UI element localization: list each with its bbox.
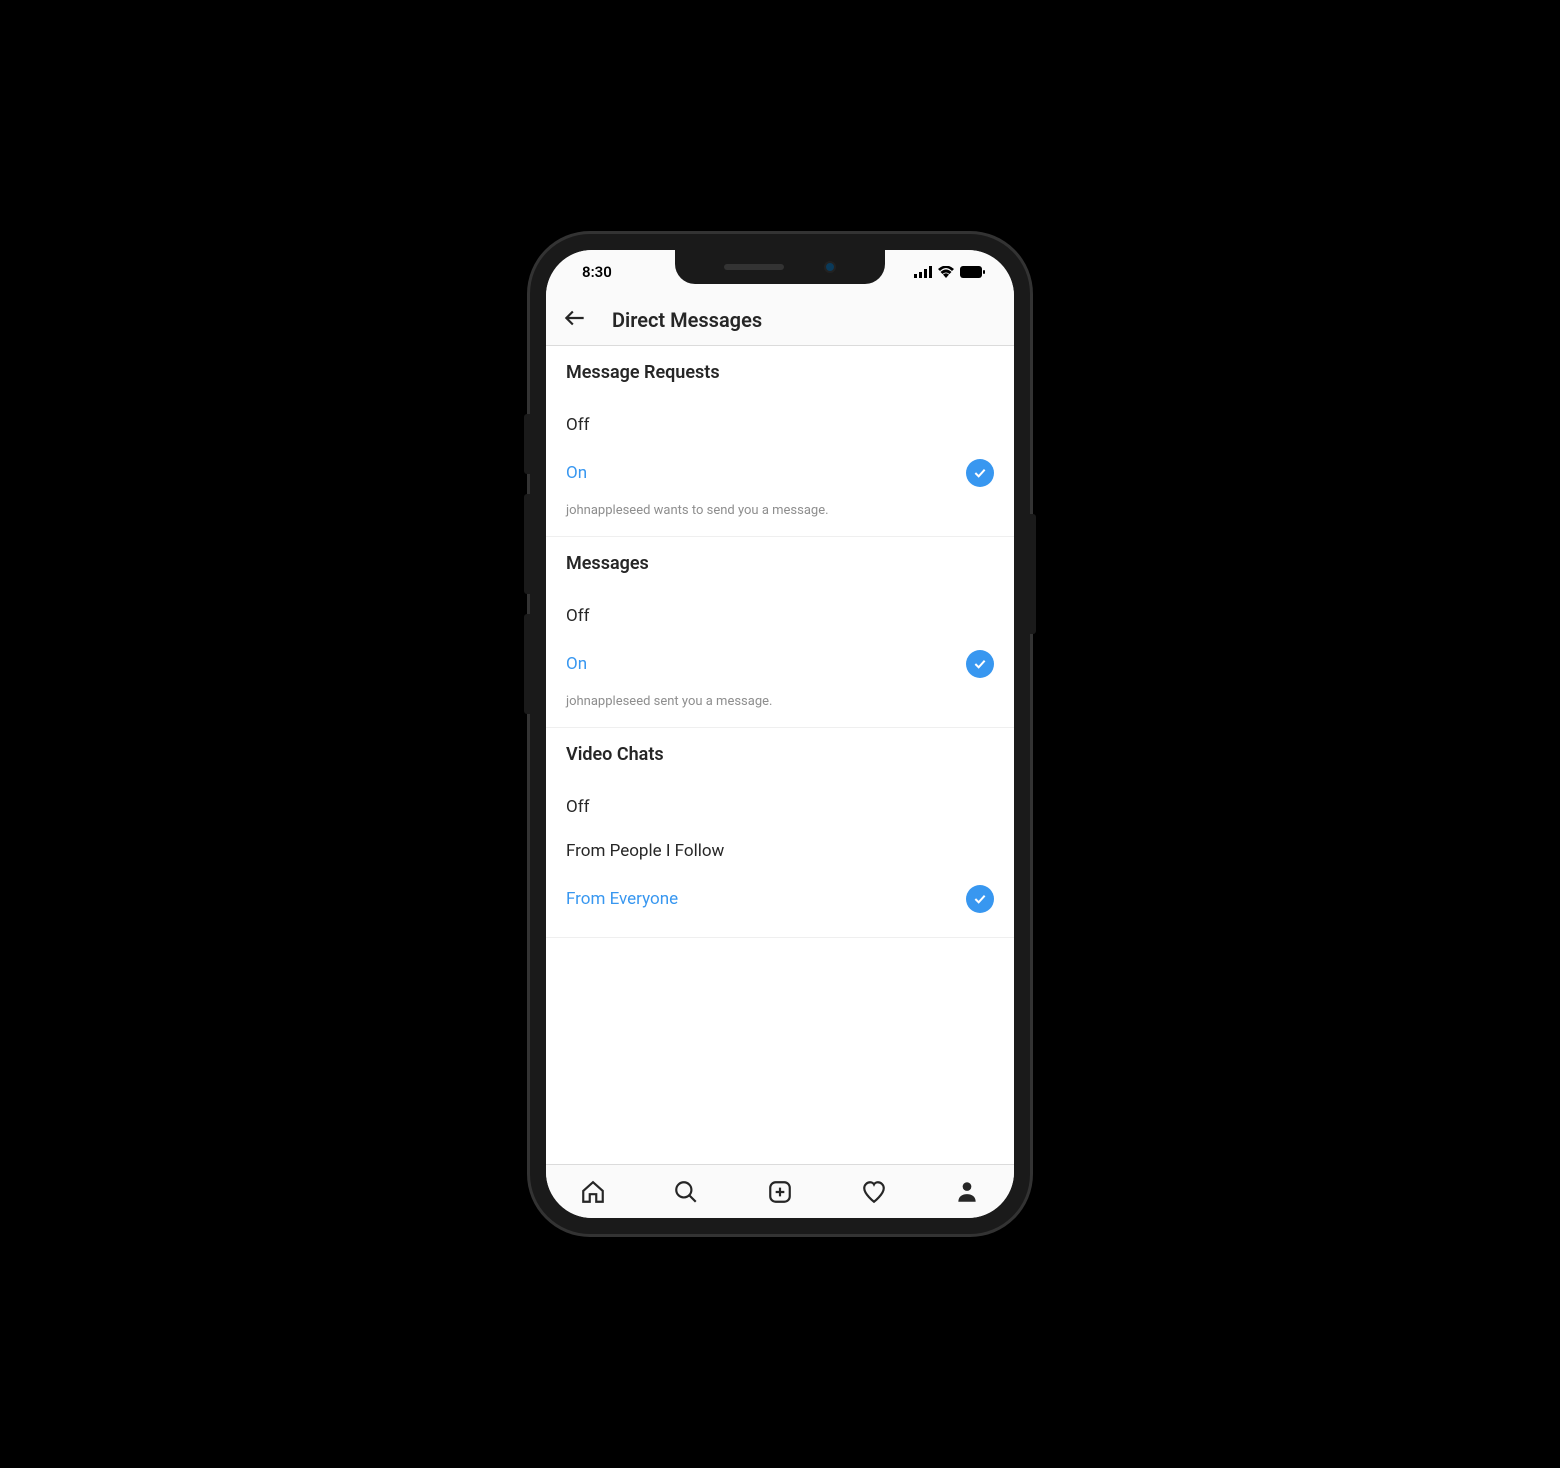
battery-icon <box>960 266 986 278</box>
cellular-icon <box>914 266 932 278</box>
content: Message Requests Off On johnappleseed wa… <box>546 346 1014 1164</box>
status-icons <box>914 266 986 278</box>
status-time: 8:30 <box>582 263 612 281</box>
back-arrow-icon <box>562 305 588 331</box>
option-from-everyone[interactable]: From Everyone <box>566 873 994 925</box>
tab-search[interactable] <box>640 1179 734 1205</box>
check-icon <box>966 650 994 678</box>
section-title: Video Chats <box>566 744 994 765</box>
option-off[interactable]: Off <box>566 785 994 829</box>
option-off[interactable]: Off <box>566 403 994 447</box>
option-label: On <box>566 463 587 483</box>
section-message-requests: Message Requests Off On johnappleseed wa… <box>546 346 1014 537</box>
tab-add[interactable] <box>733 1179 827 1205</box>
notch <box>675 250 885 284</box>
section-messages: Messages Off On johnappleseed sent you a… <box>546 537 1014 728</box>
option-label: Off <box>566 797 590 817</box>
add-post-icon <box>767 1179 793 1205</box>
option-on[interactable]: On <box>566 638 994 690</box>
tab-profile[interactable] <box>920 1179 1014 1205</box>
home-icon <box>580 1179 606 1205</box>
option-from-people-i-follow[interactable]: From People I Follow <box>566 829 994 873</box>
tab-bar <box>546 1164 1014 1218</box>
option-label: Off <box>566 415 590 435</box>
option-label: Off <box>566 606 590 626</box>
page-title: Direct Messages <box>612 308 762 332</box>
option-label: On <box>566 654 587 674</box>
option-label: From Everyone <box>566 889 678 909</box>
tab-home[interactable] <box>546 1179 640 1205</box>
section-video-chats: Video Chats Off From People I Follow Fro… <box>546 728 1014 938</box>
back-button[interactable] <box>562 305 588 335</box>
screen: 8:30 Direct Messages Message Requests Of… <box>546 250 1014 1218</box>
option-on[interactable]: On <box>566 447 994 499</box>
section-note: johnappleseed wants to send you a messag… <box>566 499 994 524</box>
section-title: Message Requests <box>566 362 994 383</box>
check-icon <box>966 885 994 913</box>
check-icon <box>966 459 994 487</box>
wifi-icon <box>938 266 954 278</box>
section-note: johnappleseed sent you a message. <box>566 690 994 715</box>
option-label: From People I Follow <box>566 841 724 861</box>
section-title: Messages <box>566 553 994 574</box>
tab-activity[interactable] <box>827 1179 921 1205</box>
heart-icon <box>861 1179 887 1205</box>
search-icon <box>673 1179 699 1205</box>
profile-icon <box>954 1179 980 1205</box>
phone-frame: 8:30 Direct Messages Message Requests Of… <box>530 234 1030 1234</box>
option-off[interactable]: Off <box>566 594 994 638</box>
header: Direct Messages <box>546 294 1014 346</box>
